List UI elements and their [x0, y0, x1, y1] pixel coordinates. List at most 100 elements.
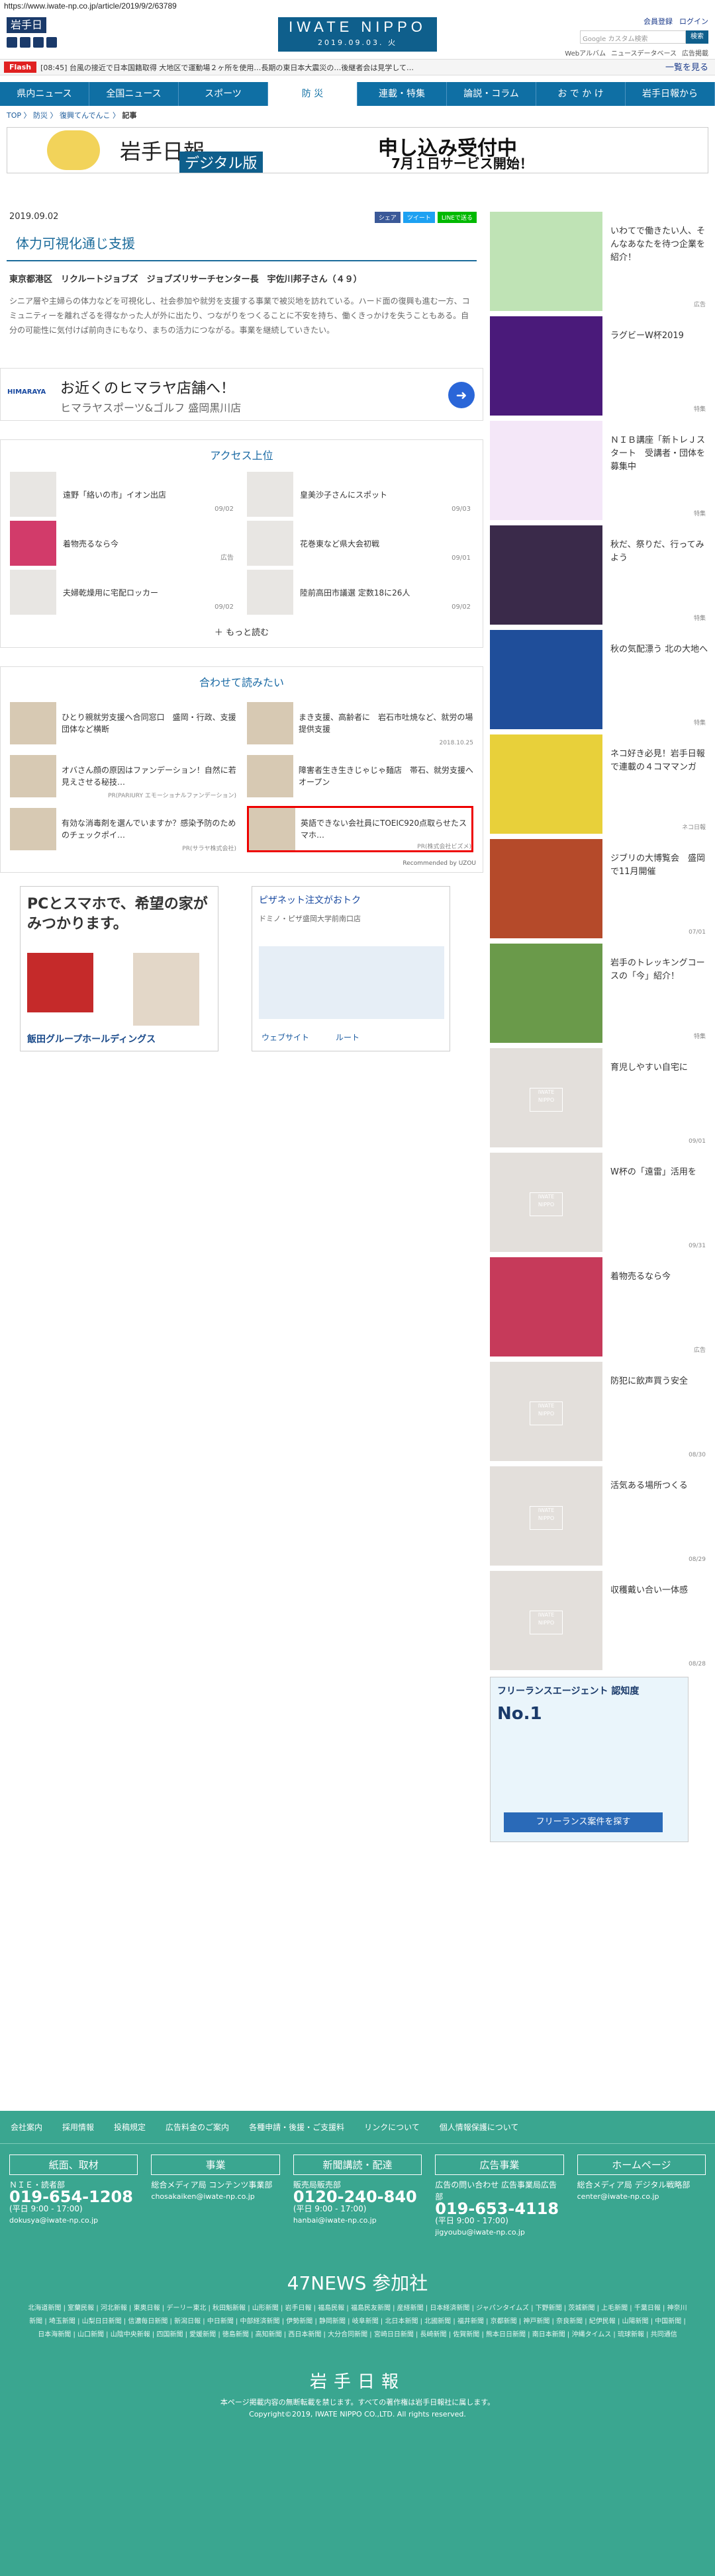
- pizza-ad[interactable]: ピザネット注文がおトク ドミノ・ピザ盛岡大学前南口店 ウェブサイト ルート: [252, 886, 450, 1051]
- nav-item[interactable]: スポーツ: [179, 82, 268, 106]
- email-link[interactable]: center@iwate-np.co.jp: [577, 2191, 706, 2203]
- line-share-button[interactable]: LINEで送る: [437, 212, 477, 223]
- read-more-button[interactable]: ＋ もっと読む: [1, 617, 483, 647]
- search-button[interactable]: 検索: [686, 30, 708, 44]
- phone-number[interactable]: 0120-240-840: [293, 2189, 422, 2205]
- phone-number[interactable]: 019-653-4118: [435, 2201, 563, 2217]
- article-meta: 2019.09.02 シェア ツイート LINEで送る: [0, 212, 483, 225]
- sidebar-item[interactable]: 秋だ、祭りだ、行ってみよう 特集: [490, 525, 708, 625]
- breadcrumb-item[interactable]: TOP: [7, 111, 21, 120]
- thumbnail: [10, 570, 56, 615]
- recommend-item[interactable]: 有効な消毒剤を選んでいますか？感染予防のためのチェックポイ… PR(サラヤ株式会社…: [10, 806, 236, 852]
- recommend-item[interactable]: まき支援、高齢者に 岩石市吐焼など、就労の場提供支援 2018.10.25: [247, 700, 473, 746]
- sidebar-item[interactable]: 岩手のトレッキングコースの「今」紹介！ 特集: [490, 944, 708, 1043]
- line-icon[interactable]: [33, 37, 44, 48]
- twitter-icon[interactable]: [7, 37, 17, 48]
- tweet-button[interactable]: ツイート: [403, 212, 435, 223]
- freelance-ad[interactable]: フリーランスエージェント 認知度 No.1 フリーランス案件を探す: [490, 1677, 689, 1842]
- flash-text[interactable]: [08:45] 台風の接近で日本国籍取得 大地区で運動場２ヶ所を使用…長期の東日…: [40, 62, 636, 73]
- recommend-item[interactable]: オバさん顔の原因はファンデーション！自然に若見えさせる秘技… PR(PARIURY…: [10, 753, 236, 799]
- recommend-item-highlighted[interactable]: 英語できない会社員にTOEIC920点取らせたスマホ… PR(株式会社ビズメ): [247, 806, 473, 852]
- sidebar-item[interactable]: ジブリの大博覧会 盛岡で11月開催 07/01: [490, 839, 708, 938]
- ranking-date: 09/02: [452, 603, 471, 611]
- store-ad[interactable]: HIMARAYA お近くのヒマラヤ店舗へ！ ヒマラヤスポーツ&ゴルフ 盛岡黒川店…: [0, 368, 483, 421]
- email-link[interactable]: jigyoubu@iwate-np.co.jp: [435, 2227, 563, 2239]
- thumbnail: [247, 702, 293, 744]
- thumbnail: [10, 755, 56, 797]
- footer-link[interactable]: 採用情報: [62, 2121, 94, 2133]
- nav-item[interactable]: 岩手日報から: [626, 82, 715, 106]
- directions-arrow-icon[interactable]: ➜: [448, 382, 475, 408]
- footer-link[interactable]: 会社案内: [11, 2121, 42, 2133]
- footer-link[interactable]: 投稿規定: [114, 2121, 146, 2133]
- footer-col: ホームページ 総合メディア局 デジタル戦略部 center@iwate-np.co.…: [577, 2154, 706, 2239]
- sidebar-item[interactable]: 着物売るなら今 広告: [490, 1257, 708, 1356]
- email-link[interactable]: chosakaiken@iwate-np.co.jp: [151, 2191, 279, 2203]
- footer-link[interactable]: リンクについて: [364, 2121, 420, 2133]
- nav-item[interactable]: 全国ニュース: [89, 82, 179, 106]
- search-input[interactable]: Google カスタム検索: [580, 30, 686, 44]
- recommend-box: 合わせて読みたい ひとり親就労支援へ合同窓口 盛岡・行政、支援団体など横断 まき…: [0, 666, 483, 873]
- email-link[interactable]: dokusya@iwate-np.co.jp: [9, 2215, 138, 2227]
- member-register-link[interactable]: 会員登録: [644, 16, 673, 26]
- nav-item[interactable]: 連載・特集: [358, 82, 447, 106]
- sidebar-item[interactable]: IWATE NIPPO 防犯に飲声買う安全 08/30: [490, 1362, 708, 1461]
- freelance-search-button[interactable]: フリーランス案件を探す: [504, 1812, 663, 1832]
- facebook-share-button[interactable]: シェア: [374, 212, 401, 223]
- ranking-item[interactable]: 夫婦乾燥用に宅配ロッカー 09/02: [10, 570, 236, 615]
- thumbnail: IWATE NIPPO: [490, 1571, 602, 1670]
- recommend-item[interactable]: ひとり親就労支援へ合同窓口 盛岡・行政、支援団体など横断: [10, 700, 236, 746]
- footer-link[interactable]: 個人情報保護について: [440, 2121, 519, 2133]
- sidebar-item[interactable]: IWATE NIPPO 育児しやすい自宅に 09/01: [490, 1048, 708, 1147]
- url-bar[interactable]: https://www.iwate-np.co.jp/article/2019/…: [0, 0, 715, 13]
- ranking-item[interactable]: 遠野「絡いの市」イオン出店 09/02: [10, 472, 236, 517]
- real-estate-ad[interactable]: PCとスマホで、希望の家がみつかります。 飯田グループホールディングス: [20, 886, 218, 1051]
- article-body: シニア層や主婦らの体力などを可視化し、社会参加や就労を支援する事業で被災地を訪れ…: [9, 296, 470, 335]
- nav-item-active[interactable]: 防 災: [268, 82, 358, 106]
- breadcrumb-item[interactable]: 復興てんでんこ: [60, 111, 110, 120]
- instagram-icon[interactable]: [46, 37, 57, 48]
- ranking-title: 夫婦乾燥用に宅配ロッカー: [63, 588, 159, 598]
- nav-item[interactable]: 論説・コラム: [447, 82, 536, 106]
- breadcrumb: TOP 〉 防災 〉 復興てんでんこ 〉 記事: [7, 111, 137, 120]
- route-button[interactable]: ルート: [336, 1032, 359, 1043]
- footer-link[interactable]: 各種申請・後援・ご支援料: [249, 2121, 344, 2133]
- center-logo[interactable]: IWATE NIPPO 2019.09.03. 火: [278, 17, 437, 52]
- ranking-item[interactable]: 着物売るなら今 広告: [10, 521, 236, 566]
- sidebar-item[interactable]: ラグビーW杯2019 特集: [490, 316, 708, 416]
- sidebar-item[interactable]: いわてで働きたい人、そんなあなたを待つ企業を紹介！ 広告: [490, 212, 708, 311]
- sidebar-item[interactable]: ＮＩＢ講座「新トレＪスタート 受講者・団体を募集中 特集: [490, 421, 708, 520]
- footer-contact-columns: 紙面、取材 ＮＩＥ・読者部 019-654-1208 (平日 9:00 - 17:00…: [0, 2144, 715, 2249]
- email-link[interactable]: hanbai@iwate-np.co.jp: [293, 2215, 422, 2227]
- facebook-icon[interactable]: [20, 37, 30, 48]
- footer-copyright: Copyright©2019, IWATE NIPPO CO.,LTD. All…: [249, 2410, 466, 2419]
- sidebar-item-title: 着物売るなら今: [610, 1272, 671, 1282]
- website-button[interactable]: ウェブサイト: [262, 1032, 309, 1043]
- footer-col: 新聞講読・配達 販売局販売部 0120-240-840 (平日 9:00 - 17:0…: [293, 2154, 422, 2239]
- login-link[interactable]: ログイン: [679, 16, 708, 26]
- sidebar-item[interactable]: ネコ好き必見！岩手日報で連載の４コママンガ ネコ日報: [490, 734, 708, 834]
- sidebar-item[interactable]: IWATE NIPPO W杯の「遠雷」活用を 09/31: [490, 1153, 708, 1252]
- sidebar-item[interactable]: IWATE NIPPO 活気ある場所つくる 08/29: [490, 1466, 708, 1566]
- sidebar-item-date: 09/31: [689, 1243, 706, 1249]
- ranking-item[interactable]: 花巻東など県大会初戦 09/01: [247, 521, 473, 566]
- breadcrumb-item[interactable]: 防災: [33, 111, 48, 120]
- site-logo[interactable]: 岩手日報: [7, 17, 46, 47]
- sublink[interactable]: Webアルバム: [565, 48, 606, 58]
- footer-link[interactable]: 広告料金のご案内: [166, 2121, 229, 2133]
- ranking-item[interactable]: 陸前高田市議選 定数18に26人 09/02: [247, 570, 473, 615]
- nav-item[interactable]: お で か け: [536, 82, 626, 106]
- sidebar-item[interactable]: IWATE NIPPO 収穫戴い合い一体感 08/28: [490, 1571, 708, 1670]
- breadcrumb-current: 記事: [122, 111, 137, 120]
- partner-papers-list[interactable]: 北海道新聞 | 室蘭民報 | 河北新報 | 東奥日報 | デーリー東北 | 秋田…: [0, 2302, 715, 2342]
- recommend-item[interactable]: 障害者生き生きじゃじゃ麺店 帯石、就労支援へオープン: [247, 753, 473, 799]
- flash-more-link[interactable]: 一覧を見る: [665, 52, 708, 82]
- search-box: Google カスタム検索 検索: [580, 30, 708, 44]
- banner-sub: デジタル版: [179, 152, 263, 173]
- sidebar-item[interactable]: 秋の気配漂う 北の大地へ 特集: [490, 630, 708, 729]
- phone-number[interactable]: 019-654-1208: [9, 2189, 138, 2205]
- ranking-item[interactable]: 皇美沙子さんにスポット 09/03: [247, 472, 473, 517]
- digital-edition-banner[interactable]: 岩手日報 デジタル版 申し込み受付中 7月１日サービス開始！: [7, 127, 708, 173]
- nav-item[interactable]: 県内ニュース: [0, 82, 89, 106]
- thumbnail: [490, 316, 602, 416]
